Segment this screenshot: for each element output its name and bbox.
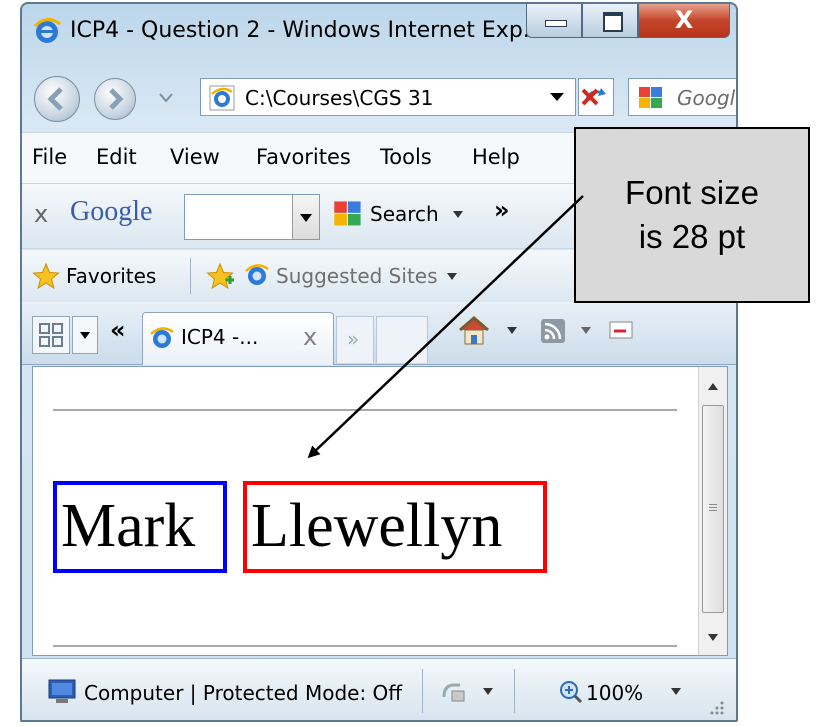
maximize-icon bbox=[603, 12, 623, 32]
ie-logo-icon bbox=[33, 18, 61, 43]
horizontal-rule-bottom bbox=[53, 645, 677, 647]
menu-edit[interactable]: Edit bbox=[96, 145, 137, 169]
recent-pages-dropdown-icon[interactable] bbox=[158, 92, 174, 104]
favorites-button[interactable]: Favorites bbox=[66, 264, 156, 288]
minimize-button[interactable] bbox=[526, 4, 582, 38]
last-name-box: Llewellyn bbox=[243, 481, 547, 573]
chevron-down-icon bbox=[300, 214, 312, 222]
tab-bar: « ICP4 -... x » bbox=[22, 302, 736, 365]
google-logo-icon bbox=[639, 87, 662, 108]
address-input[interactable]: C:\Courses\CGS 31 bbox=[245, 86, 433, 110]
menu-tools[interactable]: Tools bbox=[380, 145, 432, 169]
computer-zone-icon bbox=[48, 679, 76, 703]
google-search-dropdown[interactable] bbox=[292, 195, 319, 239]
suggested-sites-dropdown-icon[interactable] bbox=[446, 272, 458, 282]
first-name-box: Mark bbox=[53, 481, 227, 573]
callout-line-2: is 28 pt bbox=[638, 218, 746, 255]
address-bar[interactable]: C:\Courses\CGS 31 bbox=[200, 78, 576, 116]
new-tab-button[interactable] bbox=[376, 316, 428, 363]
ie-tab-icon bbox=[150, 327, 174, 348]
horizontal-rule-top bbox=[53, 409, 677, 411]
last-name-text: Llewellyn bbox=[251, 492, 503, 560]
google-brand-label: Google bbox=[70, 196, 153, 227]
stop-icon bbox=[581, 88, 599, 106]
ie-page-icon bbox=[209, 85, 235, 111]
chevron-down-icon bbox=[80, 332, 90, 339]
favorites-star-icon bbox=[32, 262, 60, 290]
search-dropdown-icon[interactable] bbox=[452, 210, 464, 220]
menu-favorites[interactable]: Favorites bbox=[256, 145, 351, 169]
forward-button[interactable] bbox=[94, 78, 136, 120]
home-icon[interactable] bbox=[456, 314, 492, 348]
google-toolbar-close-icon[interactable]: x bbox=[34, 200, 48, 228]
search-box[interactable]: Google bbox=[628, 78, 736, 116]
address-dropdown-icon[interactable] bbox=[549, 91, 565, 103]
close-icon: X bbox=[674, 6, 694, 34]
vertical-scrollbar[interactable] bbox=[698, 367, 727, 655]
tabs-back-icon[interactable]: « bbox=[110, 316, 126, 344]
tab-active[interactable]: ICP4 -... x bbox=[142, 312, 334, 365]
caption-buttons: X bbox=[526, 4, 730, 40]
zoom-level[interactable]: 100% bbox=[586, 681, 643, 705]
menu-view[interactable]: View bbox=[170, 145, 220, 169]
scroll-down-icon[interactable] bbox=[707, 633, 719, 643]
google-search-input[interactable] bbox=[184, 194, 320, 240]
suggested-sites-icon bbox=[245, 264, 269, 285]
browser-window: ICP4 - Question 2 - Windows Internet Exp… bbox=[20, 2, 738, 722]
add-favorite-icon[interactable] bbox=[206, 262, 236, 290]
page-content: Mark Llewellyn bbox=[32, 366, 728, 656]
tab-close-icon[interactable]: x bbox=[303, 323, 317, 351]
tab-scroll-right[interactable]: » bbox=[336, 316, 374, 363]
protected-mode-icon[interactable] bbox=[438, 677, 468, 705]
protected-mode-dropdown-icon[interactable] bbox=[482, 687, 494, 697]
navigation-bar: C:\Courses\CGS 31 Google bbox=[22, 66, 736, 130]
minimize-icon bbox=[545, 20, 567, 27]
google-search-logo-icon bbox=[334, 201, 361, 226]
status-zone-text: Computer | Protected Mode: Off bbox=[84, 681, 403, 705]
menu-file[interactable]: File bbox=[32, 145, 67, 169]
title-bar: ICP4 - Question 2 - Windows Internet Exp… bbox=[22, 4, 736, 64]
back-arrow-icon bbox=[47, 87, 63, 111]
status-bar: Computer | Protected Mode: Off 100% bbox=[22, 658, 736, 720]
close-button[interactable]: X bbox=[638, 4, 730, 38]
first-name-text: Mark bbox=[61, 492, 196, 560]
scroll-up-icon[interactable] bbox=[707, 381, 719, 391]
google-toolbar-more-icon[interactable]: » bbox=[494, 196, 510, 224]
callout-line-1: Font size bbox=[625, 174, 759, 211]
menu-help[interactable]: Help bbox=[472, 145, 520, 169]
tab-scroll-right-icon: » bbox=[347, 327, 360, 351]
suggested-sites-link[interactable]: Suggested Sites bbox=[276, 264, 438, 288]
forward-arrow-icon bbox=[109, 88, 124, 110]
zoom-dropdown-icon[interactable] bbox=[670, 687, 682, 697]
search-input[interactable]: Google bbox=[677, 86, 736, 110]
quick-tabs-button[interactable] bbox=[32, 316, 70, 354]
quick-tabs-icon bbox=[39, 323, 63, 347]
back-button[interactable] bbox=[34, 76, 80, 122]
font-size-callout: Font size is 28 pt bbox=[574, 127, 810, 303]
scroll-thumb[interactable] bbox=[702, 405, 724, 613]
maximize-button[interactable] bbox=[582, 4, 638, 38]
zoom-icon[interactable] bbox=[558, 679, 584, 705]
stop-button[interactable] bbox=[570, 78, 610, 116]
window-title: ICP4 - Question 2 - Windows Internet Exp… bbox=[70, 18, 544, 43]
google-search-button[interactable]: Search bbox=[370, 202, 439, 226]
resize-grip-icon[interactable] bbox=[708, 699, 726, 717]
tab-active-label: ICP4 -... bbox=[181, 325, 259, 349]
mail-icon[interactable] bbox=[608, 318, 634, 342]
feeds-dropdown-icon[interactable] bbox=[580, 326, 592, 336]
tab-list-button[interactable] bbox=[72, 316, 98, 354]
feeds-icon[interactable] bbox=[540, 318, 566, 344]
home-dropdown-icon[interactable] bbox=[506, 326, 518, 336]
